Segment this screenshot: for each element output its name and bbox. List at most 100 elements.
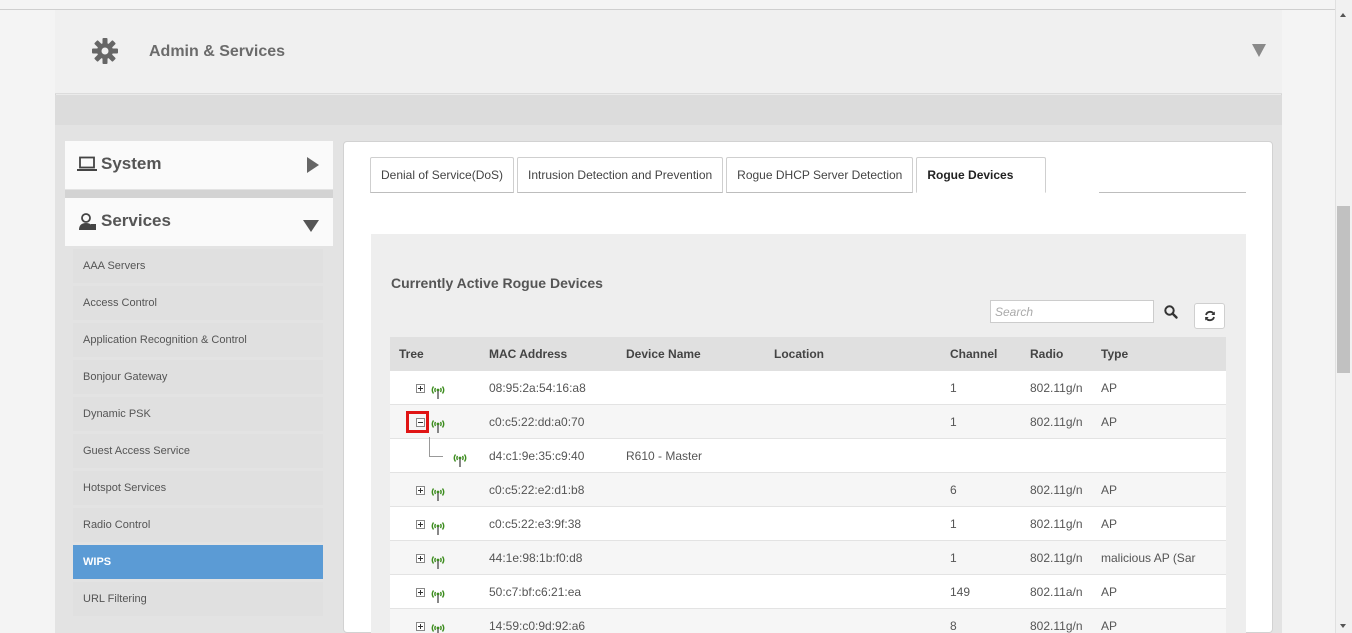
table-header: Tree MAC Address Device Name Location Ch… bbox=[390, 337, 1226, 371]
rogue-ap-icon bbox=[430, 379, 446, 399]
expand-icon[interactable] bbox=[416, 520, 425, 529]
tab-rogue-devices[interactable]: Rogue Devices bbox=[916, 157, 1047, 193]
radio-cell: 802.11a/n bbox=[1030, 585, 1083, 599]
table-row[interactable]: c0:c5:22:e2:d1:b8 6 802.11g/n AP bbox=[390, 473, 1226, 507]
nav-services[interactable]: Services bbox=[65, 198, 333, 246]
tab-intrusion-detection[interactable]: Intrusion Detection and Prevention bbox=[517, 157, 724, 193]
rogue-ap-icon bbox=[430, 583, 446, 603]
col-type[interactable]: Type bbox=[1101, 337, 1226, 371]
gear-icon bbox=[92, 38, 118, 64]
sidebar-item-hotspot-services[interactable]: Hotspot Services bbox=[73, 471, 323, 505]
sidebar-item-aaa-servers[interactable]: AAA Servers bbox=[73, 249, 323, 283]
expand-icon[interactable] bbox=[416, 622, 425, 631]
tab-denial-of-service[interactable]: Denial of Service(DoS) bbox=[370, 157, 515, 193]
channel-cell: 1 bbox=[950, 415, 957, 429]
highlight-box bbox=[406, 411, 429, 433]
tab-bar: Denial of Service(DoS) Intrusion Detecti… bbox=[370, 157, 1049, 193]
sidebar-item-dynamic-psk[interactable]: Dynamic PSK bbox=[73, 397, 323, 431]
section-title: Currently Active Rogue Devices bbox=[391, 275, 603, 291]
channel-cell: 8 bbox=[950, 619, 957, 633]
tree-line bbox=[429, 456, 443, 457]
mac-address-cell: 14:59:c0:9d:92:a6 bbox=[489, 619, 586, 633]
mac-address-cell: c0:c5:22:dd:a0:70 bbox=[489, 415, 585, 429]
page-title: Admin & Services bbox=[149, 43, 286, 60]
device-name-cell bbox=[626, 371, 774, 404]
expand-icon[interactable] bbox=[416, 554, 425, 563]
device-name-cell bbox=[626, 575, 774, 608]
table-row[interactable]: 14:59:c0:9d:92:a6 8 802.11g/n AP bbox=[390, 609, 1226, 633]
type-cell: malicious AP (Sar bbox=[1101, 551, 1196, 565]
tab-underline bbox=[1099, 192, 1246, 193]
col-radio[interactable]: Radio bbox=[1030, 337, 1101, 371]
location-cell bbox=[774, 405, 950, 438]
table-row[interactable]: 08:95:2a:54:16:a8 1 802.11g/n AP bbox=[390, 371, 1226, 405]
scrollbar-thumb[interactable] bbox=[1337, 206, 1350, 373]
device-name-cell bbox=[626, 609, 774, 633]
expand-icon[interactable] bbox=[416, 486, 425, 495]
section-header[interactable]: Admin & Services bbox=[55, 10, 1282, 94]
sidebar-item-radio-control[interactable]: Radio Control bbox=[73, 508, 323, 542]
scroll-up-icon[interactable] bbox=[1340, 13, 1346, 17]
col-device-name[interactable]: Device Name bbox=[626, 337, 774, 371]
table-row[interactable]: 50:c7:bf:c6:21:ea 149 802.11a/n AP bbox=[390, 575, 1226, 609]
channel-cell: 6 bbox=[950, 483, 957, 497]
sidebar-item-access-control[interactable]: Access Control bbox=[73, 286, 323, 320]
col-tree[interactable]: Tree bbox=[390, 337, 489, 371]
sidebar-item-wips[interactable]: WIPS bbox=[73, 545, 323, 579]
table-row[interactable]: c0:c5:22:e3:9f:38 1 802.11g/n AP bbox=[390, 507, 1226, 541]
radio-cell: 802.11g/n bbox=[1030, 483, 1083, 497]
scroll-down-icon[interactable] bbox=[1340, 624, 1346, 628]
rogue-ap-icon bbox=[430, 515, 446, 535]
refresh-icon bbox=[1205, 310, 1215, 322]
tab-rogue-dhcp[interactable]: Rogue DHCP Server Detection bbox=[726, 157, 914, 193]
sidebar-item-bonjour-gateway[interactable]: Bonjour Gateway bbox=[73, 360, 323, 394]
sidebar-item-url-filtering[interactable]: URL Filtering bbox=[73, 582, 323, 616]
type-cell: AP bbox=[1101, 517, 1118, 531]
location-cell bbox=[774, 609, 950, 633]
refresh-button[interactable] bbox=[1194, 303, 1225, 329]
device-name-cell bbox=[626, 473, 774, 506]
col-channel[interactable]: Channel bbox=[950, 337, 1030, 371]
type-cell: AP bbox=[1101, 381, 1118, 395]
search-icon[interactable] bbox=[1163, 304, 1179, 320]
nav-services-label: Services bbox=[101, 211, 171, 230]
radio-cell: 802.11g/n bbox=[1030, 619, 1083, 633]
location-cell bbox=[774, 371, 950, 404]
location-cell bbox=[774, 541, 950, 574]
channel-cell: 1 bbox=[950, 551, 957, 565]
radio-cell: 802.11g/n bbox=[1030, 415, 1083, 429]
sidebar-item-application-recognition-control[interactable]: Application Recognition & Control bbox=[73, 323, 323, 357]
rogue-ap-icon bbox=[430, 481, 446, 501]
device-name-cell: R610 - Master bbox=[626, 449, 703, 463]
col-mac-address[interactable]: MAC Address bbox=[489, 337, 626, 371]
expand-icon[interactable] bbox=[416, 384, 425, 393]
location-cell bbox=[774, 507, 950, 540]
mac-address-cell: d4:c1:9e:35:c9:40 bbox=[489, 449, 585, 463]
tree-cell bbox=[390, 541, 489, 574]
type-cell: AP bbox=[1101, 483, 1118, 497]
laptop-icon bbox=[77, 156, 97, 171]
header-band bbox=[55, 95, 1282, 125]
services-icon bbox=[79, 213, 96, 230]
nav-divider bbox=[65, 190, 333, 198]
tree-cell bbox=[390, 609, 489, 633]
nav-system[interactable]: System bbox=[65, 141, 333, 189]
mac-address-cell: c0:c5:22:e2:d1:b8 bbox=[489, 483, 585, 497]
collapse-icon[interactable] bbox=[1252, 44, 1266, 57]
channel-cell bbox=[950, 439, 1030, 472]
table-row[interactable]: c0:c5:22:dd:a0:70 1 802.11g/n AP bbox=[390, 405, 1226, 439]
table-row[interactable]: d4:c1:9e:35:c9:40 R610 - Master bbox=[390, 437, 1226, 473]
radio-cell: 802.11g/n bbox=[1030, 517, 1083, 531]
mac-address-cell: 08:95:2a:54:16:a8 bbox=[489, 381, 586, 395]
channel-cell: 1 bbox=[950, 381, 957, 395]
radio-cell bbox=[1030, 439, 1101, 472]
col-location[interactable]: Location bbox=[774, 337, 950, 371]
sidebar-item-guest-access-service[interactable]: Guest Access Service bbox=[73, 434, 323, 468]
table-row[interactable]: 44:1e:98:1b:f0:d8 1 802.11g/n malicious AP … bbox=[390, 541, 1226, 575]
radio-cell: 802.11g/n bbox=[1030, 381, 1083, 395]
channel-cell: 1 bbox=[950, 517, 957, 531]
expand-icon[interactable] bbox=[416, 588, 425, 597]
radio-cell: 802.11g/n bbox=[1030, 551, 1083, 565]
tree-cell bbox=[390, 437, 489, 472]
search-input[interactable] bbox=[990, 300, 1154, 323]
